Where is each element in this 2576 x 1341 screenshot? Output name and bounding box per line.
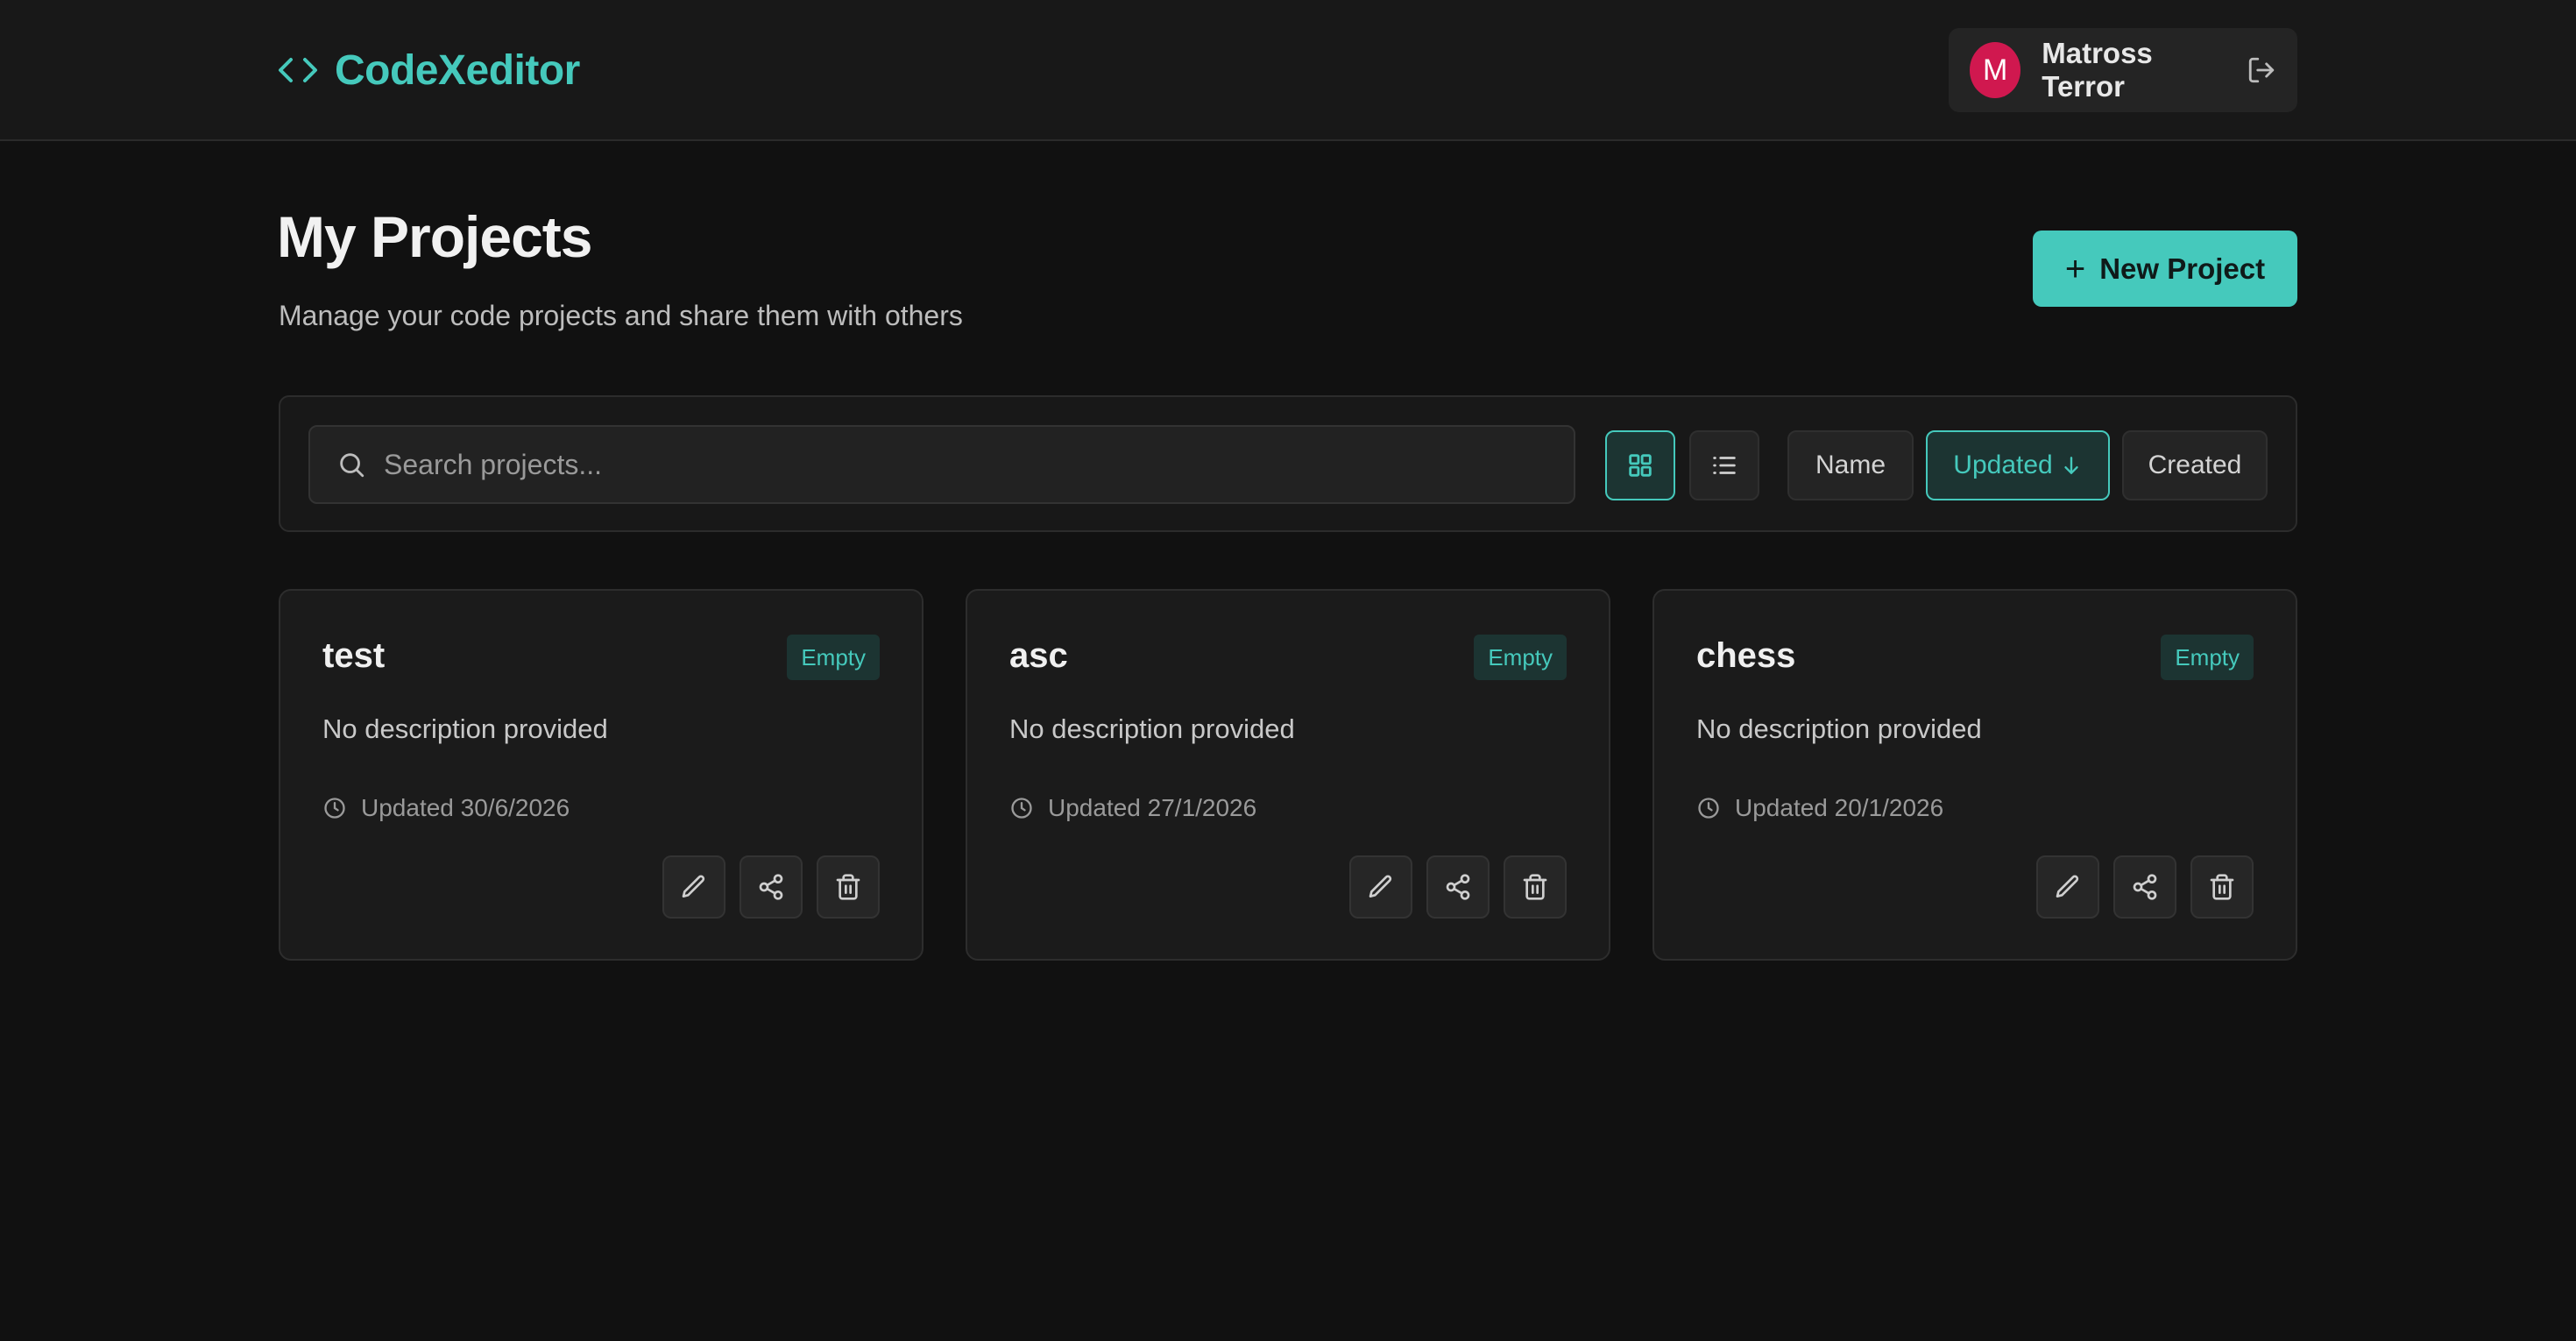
pencil-icon — [2056, 875, 2079, 898]
project-description: No description provided — [322, 713, 608, 744]
code-brackets-icon — [277, 53, 319, 88]
project-card[interactable]: test Empty No description provided Updat… — [279, 589, 924, 961]
edit-button[interactable] — [662, 855, 725, 919]
clock-icon — [1009, 796, 1034, 820]
card-actions — [2036, 855, 2254, 919]
user-name: Matross Terror — [2042, 37, 2153, 103]
list-view-button[interactable] — [1689, 430, 1759, 500]
share-icon — [1446, 874, 1470, 900]
updated-text: Updated 27/1/2026 — [1048, 794, 1257, 821]
new-project-button[interactable]: + New Project — [2033, 231, 2297, 307]
updated-text: Updated 20/1/2026 — [1735, 794, 1944, 821]
pencil-icon — [1369, 875, 1392, 898]
project-updated: Updated 27/1/2026 — [1009, 794, 1256, 822]
arrow-down-icon — [2060, 454, 2083, 477]
page-title: My Projects — [277, 204, 592, 269]
trash-icon — [1523, 874, 1547, 900]
updated-text: Updated 30/6/2026 — [361, 794, 570, 821]
sort-created-label: Created — [2148, 451, 2242, 479]
user-menu[interactable]: M Matross Terror — [1949, 28, 2297, 112]
sort-name-button[interactable]: Name — [1787, 430, 1914, 500]
card-actions — [662, 855, 880, 919]
trash-icon — [2210, 874, 2234, 900]
edit-button[interactable] — [1349, 855, 1412, 919]
search-box[interactable] — [308, 425, 1575, 504]
share-button[interactable] — [2113, 855, 2176, 919]
delete-button[interactable] — [2190, 855, 2254, 919]
project-card[interactable]: asc Empty No description provided Update… — [966, 589, 1610, 961]
status-badge: Empty — [1474, 635, 1567, 680]
trash-icon — [836, 874, 860, 900]
edit-button[interactable] — [2036, 855, 2099, 919]
project-updated: Updated 30/6/2026 — [322, 794, 570, 822]
logout-icon[interactable] — [2247, 55, 2276, 85]
status-badge: Empty — [787, 635, 880, 680]
new-project-label: New Project — [2099, 252, 2266, 285]
project-title: asc — [1009, 636, 1068, 675]
delete-button[interactable] — [1504, 855, 1567, 919]
share-button[interactable] — [1426, 855, 1490, 919]
app-name: CodeXeditor — [335, 46, 580, 94]
project-title: test — [322, 636, 386, 675]
page-subtitle: Manage your code projects and share them… — [279, 300, 963, 331]
grid-icon — [1629, 454, 1652, 477]
app-logo[interactable]: CodeXeditor — [277, 44, 580, 96]
project-title: chess — [1696, 636, 1796, 675]
clock-icon — [1696, 796, 1721, 820]
project-description: No description provided — [1696, 713, 1982, 744]
share-icon — [2133, 874, 2157, 900]
status-badge: Empty — [2161, 635, 2254, 680]
clock-icon — [322, 796, 347, 820]
top-bar: CodeXeditor M Matross Terror — [0, 0, 2576, 141]
card-actions — [1349, 855, 1567, 919]
sort-updated-button[interactable]: Updated — [1926, 430, 2110, 500]
search-input[interactable] — [384, 427, 1574, 502]
search-icon — [336, 450, 366, 479]
share-button[interactable] — [740, 855, 803, 919]
project-card[interactable]: chess Empty No description provided Upda… — [1652, 589, 2297, 961]
grid-view-button[interactable] — [1605, 430, 1675, 500]
plus-icon: + — [2064, 249, 2086, 288]
project-updated: Updated 20/1/2026 — [1696, 794, 1943, 822]
list-icon — [1713, 457, 1736, 474]
delete-button[interactable] — [817, 855, 880, 919]
avatar: M — [1970, 42, 2021, 98]
sort-updated-label: Updated — [1953, 451, 2053, 479]
pencil-icon — [682, 875, 705, 898]
project-toolbar: Name Updated Created — [279, 395, 2297, 532]
sort-created-button[interactable]: Created — [2122, 430, 2268, 500]
sort-name-label: Name — [1815, 451, 1886, 479]
share-icon — [759, 874, 783, 900]
project-description: No description provided — [1009, 713, 1295, 744]
